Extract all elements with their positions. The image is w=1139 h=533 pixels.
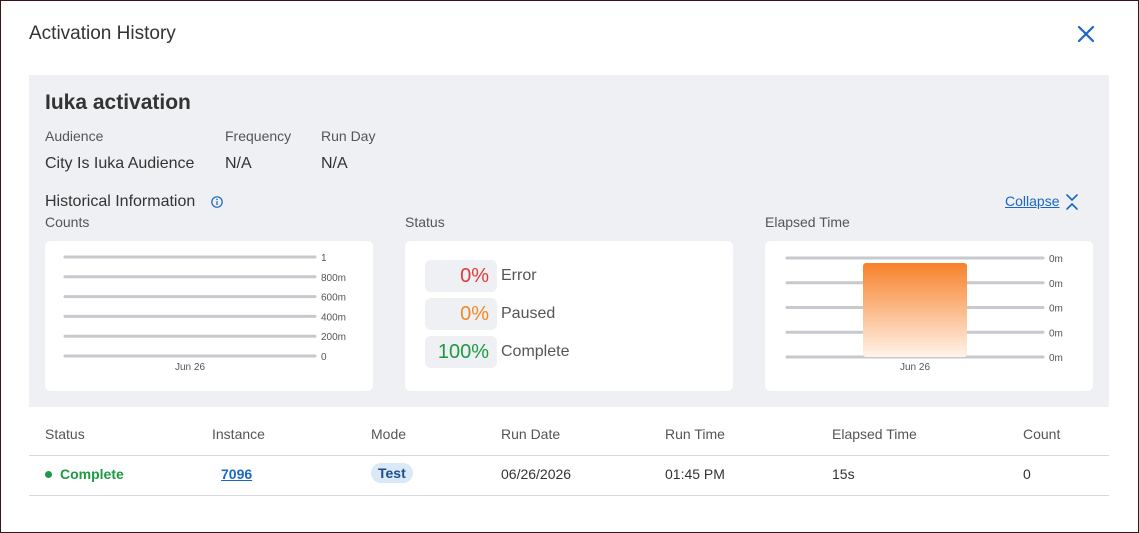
- y-tick-label: 600m: [321, 293, 346, 304]
- run-date-cell: 06/26/2026: [501, 466, 572, 482]
- frequency-label: Frequency: [225, 128, 292, 144]
- elapsed-time-chart: 0m 0m 0m 0m 0m Jun 26: [785, 254, 1063, 373]
- elapsed-time-cell: 15s: [832, 466, 855, 482]
- paused-percent: 0%: [425, 298, 497, 330]
- audience-value: City Is Iuka Audience: [45, 155, 195, 172]
- complete-percent: 100%: [425, 336, 497, 368]
- y-tick-label: 0m: [1049, 353, 1063, 364]
- paused-label: Paused: [501, 305, 556, 322]
- run-day-label: Run Day: [321, 128, 376, 144]
- counts-chart: 0 200m 400m 600m 800m 1 Jun 26: [63, 253, 346, 373]
- count-cell: 0: [1023, 466, 1031, 482]
- elapsed-time-label: Elapsed Time: [765, 214, 850, 230]
- activation-name: Iuka activation: [45, 91, 191, 114]
- close-icon[interactable]: [1075, 23, 1097, 45]
- col-header-status: Status: [45, 426, 85, 442]
- y-tick-label: 200m: [321, 332, 346, 343]
- status-label: Status: [405, 214, 445, 230]
- col-header-count: Count: [1023, 426, 1061, 442]
- y-tick-label: 0m: [1049, 304, 1063, 315]
- col-header-mode: Mode: [371, 426, 407, 442]
- run-time-cell: 01:45 PM: [665, 466, 725, 482]
- status-card: 0% Error 0% Paused 100% Complete: [405, 241, 733, 391]
- y-tick-label: 0: [321, 352, 327, 363]
- status-cell: Complete: [45, 466, 124, 482]
- complete-label: Complete: [501, 343, 570, 360]
- counts-chart-card: 0 200m 400m 600m 800m 1 Jun 26: [45, 241, 373, 391]
- instance-link[interactable]: 7096: [221, 466, 252, 482]
- y-tick-label: 0m: [1049, 279, 1063, 290]
- y-tick-label: 0m: [1049, 254, 1063, 265]
- chevrons-collapse-icon[interactable]: [1065, 192, 1079, 212]
- status-dot-icon: [45, 470, 52, 478]
- y-tick-label: 0m: [1049, 328, 1063, 339]
- x-tick-label: Jun 26: [175, 362, 205, 373]
- elapsed-time-chart-card: 0m 0m 0m 0m 0m Jun 26: [765, 241, 1093, 391]
- y-tick-label: 400m: [321, 312, 346, 323]
- activation-panel: Iuka activation Audience City Is Iuka Au…: [29, 75, 1109, 407]
- run-day-value: N/A: [321, 155, 348, 172]
- col-header-run-date: Run Date: [501, 426, 561, 442]
- activation-history-dialog: Activation History Iuka activation Audie…: [0, 0, 1139, 533]
- counts-label: Counts: [45, 214, 90, 230]
- historical-information-title: Historical Information: [45, 193, 196, 210]
- x-tick-label: Jun 26: [900, 362, 930, 373]
- dialog-title: Activation History: [29, 23, 176, 44]
- col-header-elapsed-time: Elapsed Time: [832, 426, 917, 442]
- table-row-divider: [29, 495, 1109, 496]
- y-tick-label: 1: [321, 253, 327, 264]
- col-header-instance: Instance: [212, 426, 265, 442]
- status-text: Complete: [60, 466, 124, 482]
- col-header-run-time: Run Time: [665, 426, 725, 442]
- error-percent: 0%: [425, 260, 497, 292]
- frequency-value: N/A: [225, 155, 252, 172]
- y-tick-label: 800m: [321, 273, 346, 284]
- audience-label: Audience: [45, 128, 104, 144]
- table-header-divider: [29, 455, 1109, 456]
- error-label: Error: [501, 267, 537, 284]
- collapse-link[interactable]: Collapse: [1005, 193, 1059, 209]
- elapsed-bar: [863, 263, 967, 357]
- info-icon[interactable]: [211, 196, 223, 208]
- mode-badge: Test: [371, 463, 413, 483]
